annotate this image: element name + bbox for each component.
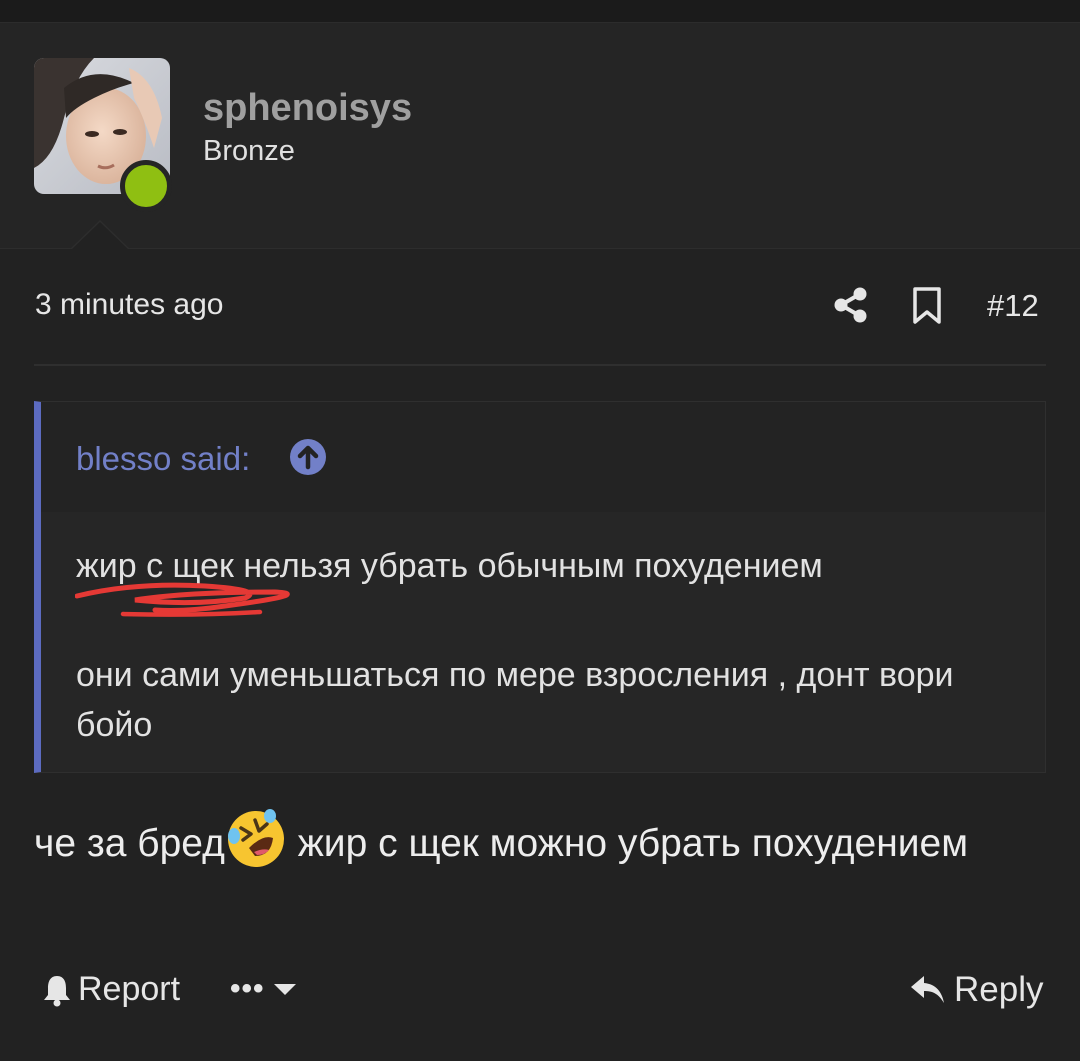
share-icon[interactable]	[832, 286, 870, 324]
quote-block: blesso said: жир с щек нельзя убрать обы…	[34, 401, 1046, 773]
quote-author-link[interactable]: blesso said:	[76, 440, 250, 478]
post-number-link[interactable]: #12	[987, 288, 1039, 324]
bookmark-icon[interactable]	[912, 287, 942, 325]
avatar[interactable]	[34, 58, 172, 212]
post-message: че за бред жир с щек можно убрать похуде…	[34, 808, 1046, 871]
more-dots-icon: •••	[230, 972, 265, 1005]
quote-header: blesso said:	[41, 402, 1045, 512]
quote-paragraph: они сами уменьшаться по мере взросления …	[76, 656, 954, 744]
reply-label: Reply	[954, 970, 1044, 1009]
arrow-up-circle-icon[interactable]	[289, 438, 327, 476]
user-info-block: sphenoisys Bronze	[0, 23, 1080, 249]
bell-icon	[44, 975, 70, 1006]
reply-arrow-icon	[911, 976, 944, 1003]
reply-button[interactable]: Reply	[910, 970, 1043, 1010]
chevron-down-icon	[273, 984, 296, 995]
report-label: Report	[78, 970, 181, 1008]
more-options-button[interactable]: •••	[230, 972, 297, 1006]
message-text: че за бред	[34, 822, 225, 865]
divider	[34, 364, 1046, 366]
report-button[interactable]: Report	[40, 970, 180, 1009]
top-strip	[0, 0, 1080, 23]
red-underline-scribble	[75, 582, 290, 617]
post-time[interactable]: 3 minutes ago	[35, 288, 223, 322]
online-status-indicator	[120, 160, 172, 212]
user-block-pointer-fill	[72, 222, 128, 249]
user-rank: Bronze	[203, 135, 295, 167]
rolling-on-floor-laughing-emoji-icon	[227, 809, 284, 867]
username[interactable]: sphenoisys	[203, 87, 412, 130]
message-text: жир с щек можно убрать похудением	[286, 822, 969, 865]
